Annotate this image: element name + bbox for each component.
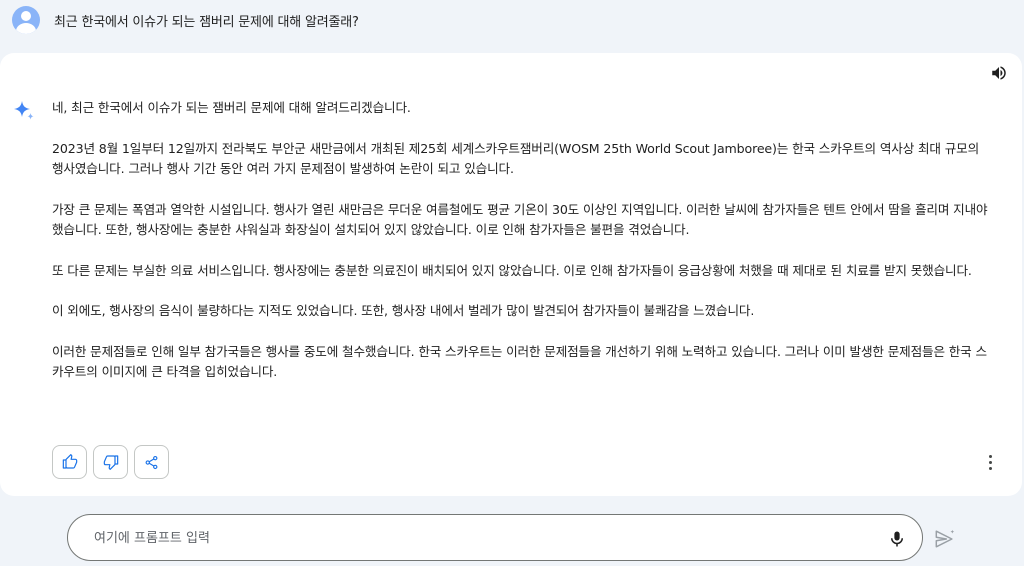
thumbs-up-button[interactable] bbox=[52, 445, 87, 479]
response-paragraph: 2023년 8월 1일부터 12일까지 전라북도 부안군 새만금에서 개최된 제… bbox=[52, 140, 980, 177]
avatar-head-shape bbox=[21, 11, 31, 21]
avatar-body-shape bbox=[16, 23, 36, 34]
thumbs-up-icon bbox=[62, 454, 77, 469]
more-vert-icon[interactable] bbox=[982, 452, 998, 472]
thumbs-down-icon bbox=[103, 455, 118, 470]
user-prompt-row: 최근 한국에서 이슈가 되는 잼버리 문제에 대해 알려줄래? bbox=[12, 4, 359, 36]
response-paragraph: 이러한 문제점들로 인해 일부 참가국들은 행사를 중도에 철수했습니다. 한국… bbox=[52, 343, 987, 380]
response-card: 네, 최근 한국에서 이슈가 되는 잼버리 문제에 대해 알려드리겠습니다. 2… bbox=[0, 53, 1022, 496]
response-paragraph: 이 외에도, 행사장의 음식이 불량하다는 지적도 있었습니다. 또한, 행사장… bbox=[52, 303, 755, 318]
share-icon bbox=[145, 455, 158, 469]
speaker-icon[interactable] bbox=[990, 64, 1008, 82]
mic-icon[interactable] bbox=[888, 528, 906, 550]
send-icon[interactable] bbox=[934, 528, 956, 550]
user-avatar[interactable] bbox=[12, 6, 40, 34]
response-actions bbox=[52, 445, 169, 479]
user-prompt-text: 최근 한국에서 이슈가 되는 잼버리 문제에 대해 알려줄래? bbox=[54, 14, 359, 30]
prompt-input[interactable] bbox=[94, 527, 874, 549]
response-paragraph: 네, 최근 한국에서 이슈가 되는 잼버리 문제에 대해 알려드리겠습니다. bbox=[52, 100, 411, 115]
gemini-sparkle-icon bbox=[14, 101, 34, 120]
prompt-input-bar bbox=[67, 514, 923, 561]
response-paragraph: 또 다른 문제는 부실한 의료 서비스입니다. 행사장에는 충분한 의료진이 배… bbox=[52, 262, 972, 278]
share-button[interactable] bbox=[134, 445, 169, 479]
thumbs-down-button[interactable] bbox=[93, 445, 128, 479]
response-paragraph: 가장 큰 문제는 폭염과 열악한 시설입니다. 행사가 열린 새만금은 무더운 … bbox=[52, 201, 988, 238]
response-text: 네, 최근 한국에서 이슈가 되는 잼버리 문제에 대해 알려드리겠습니다. 2… bbox=[52, 98, 990, 403]
